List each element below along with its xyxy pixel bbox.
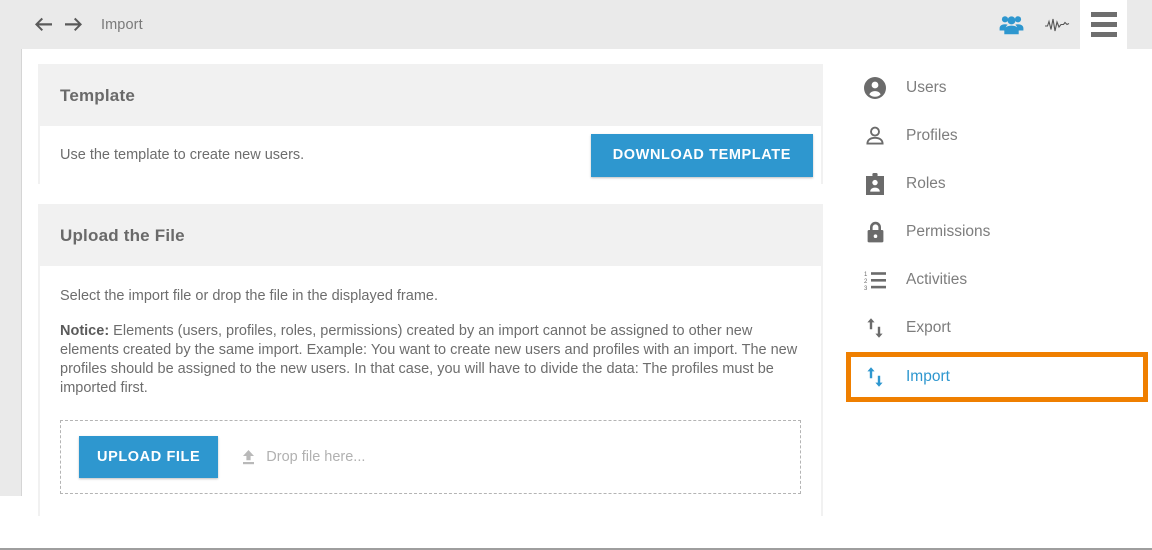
breadcrumb[interactable]: Import <box>101 17 143 33</box>
users-group-icon[interactable] <box>988 0 1034 49</box>
upload-instruction: Select the import file or drop the file … <box>60 288 438 304</box>
menu-item-roles[interactable]: Roles <box>846 160 1148 208</box>
hamburger-bar <box>1090 22 1117 27</box>
arrows-up-down-icon <box>862 366 888 388</box>
upload-arrow-icon <box>240 449 257 466</box>
menu-item-label: Activities <box>906 271 968 288</box>
menu-item-label: Permissions <box>906 223 991 240</box>
top-header: Import <box>0 0 1152 49</box>
template-card: Template Use the template to create new … <box>38 64 823 184</box>
template-row: Use the template to create new users. DO… <box>40 126 821 184</box>
menu-item-label: Users <box>906 79 947 96</box>
template-card-title: Template <box>60 86 135 105</box>
template-description: Use the template to create new users. <box>60 147 305 163</box>
app-window: Import Template Use the template to crea… <box>0 0 1152 550</box>
activity-pulse-icon[interactable] <box>1034 0 1080 49</box>
numbered-list-icon: 1 2 3 <box>862 270 888 290</box>
menu-item-users[interactable]: Users <box>846 64 1148 112</box>
menu-item-profiles[interactable]: Profiles <box>846 112 1148 160</box>
drop-hint: Drop file here... <box>240 449 365 466</box>
upload-notice: Notice: Elements (users, profiles, roles… <box>60 322 812 398</box>
upload-body-inner: Select the import file or drop the file … <box>40 266 821 516</box>
hamburger-menu-icon[interactable] <box>1080 0 1127 49</box>
back-arrow-icon[interactable] <box>33 15 53 35</box>
notice-label: Notice: <box>60 323 110 339</box>
menu-item-activities[interactable]: 1 2 3 Activities <box>846 256 1148 304</box>
lock-icon <box>862 221 888 243</box>
svg-text:1: 1 <box>864 272 868 278</box>
id-badge-icon <box>862 173 888 195</box>
upload-card-title: Upload the File <box>60 226 185 245</box>
header-actions <box>988 0 1152 49</box>
hamburger-bar <box>1090 12 1117 17</box>
menu-item-label: Export <box>906 319 951 336</box>
menu-item-export[interactable]: Export <box>846 304 1148 352</box>
menu-item-label: Roles <box>906 175 946 192</box>
download-template-button[interactable]: DOWNLOAD TEMPLATE <box>590 133 813 177</box>
hamburger-bar <box>1090 32 1117 37</box>
upload-card-body: Select the import file or drop the file … <box>40 266 821 516</box>
menu-item-label: Import <box>906 368 950 385</box>
svg-text:2: 2 <box>864 279 868 285</box>
navigation-arrows <box>33 15 83 35</box>
upload-card: Upload the File Select the import file o… <box>38 204 823 516</box>
svg-text:3: 3 <box>864 286 868 290</box>
side-menu: Users Profiles Roles Permissions 1 2 3 A… <box>846 64 1148 402</box>
drop-hint-text: Drop file here... <box>266 449 366 465</box>
menu-item-import[interactable]: Import <box>846 352 1148 402</box>
file-dropzone[interactable]: UPLOAD FILE Drop file here... <box>60 420 801 494</box>
upload-file-button[interactable]: UPLOAD FILE <box>79 436 219 478</box>
page-body: Template Use the template to create new … <box>0 49 1152 550</box>
arrows-up-down-icon <box>862 317 888 339</box>
person-icon <box>862 125 888 147</box>
menu-item-permissions[interactable]: Permissions <box>846 208 1148 256</box>
main-content: Template Use the template to create new … <box>38 64 823 536</box>
user-circle-icon <box>862 77 888 99</box>
left-gutter <box>0 49 22 496</box>
template-card-body: Use the template to create new users. DO… <box>40 126 821 184</box>
forward-arrow-icon[interactable] <box>63 15 83 35</box>
menu-item-label: Profiles <box>906 127 958 144</box>
notice-text: Elements (users, profiles, roles, permis… <box>60 323 798 396</box>
